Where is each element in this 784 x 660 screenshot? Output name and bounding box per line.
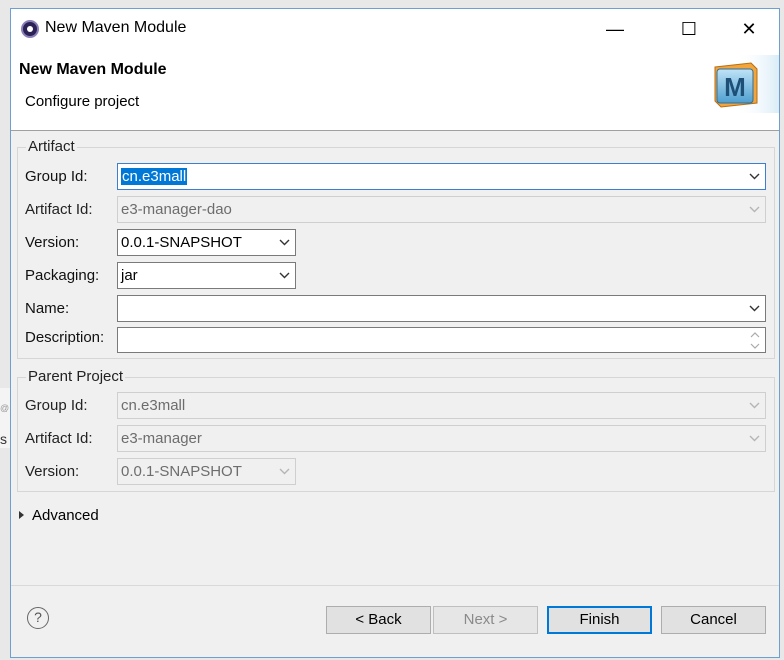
parent-project-group-label: Parent Project bbox=[26, 368, 126, 385]
chevron-down-icon bbox=[275, 459, 295, 484]
parent-group-id-label: Group Id: bbox=[25, 397, 88, 414]
new-maven-module-dialog: New Maven Module — ☐ ✕ New Maven Module … bbox=[10, 8, 780, 658]
packaging-label: Packaging: bbox=[25, 267, 100, 284]
scroll-arrows-icon[interactable] bbox=[749, 330, 761, 351]
chevron-down-icon bbox=[745, 197, 765, 222]
version-combo[interactable]: 0.0.1-SNAPSHOT bbox=[117, 229, 296, 256]
footer-separator bbox=[11, 585, 779, 586]
background-fragment: s bbox=[0, 431, 7, 447]
page-title: New Maven Module bbox=[19, 61, 167, 78]
packaging-combo[interactable]: jar bbox=[117, 262, 296, 289]
group-id-value: cn.e3mall bbox=[121, 168, 188, 185]
artifact-group-label: Artifact bbox=[26, 138, 77, 155]
parent-artifact-id-combo[interactable]: e3-manager bbox=[117, 425, 766, 452]
version-label: Version: bbox=[25, 234, 80, 251]
cancel-button[interactable]: Cancel bbox=[661, 606, 766, 634]
group-id-combo[interactable]: cn.e3mall bbox=[117, 163, 766, 190]
window-title: New Maven Module bbox=[45, 19, 187, 36]
packaging-value: jar bbox=[121, 267, 138, 284]
advanced-expander[interactable]: Advanced bbox=[19, 507, 99, 524]
chevron-down-icon bbox=[745, 393, 765, 418]
artifact-id-label: Artifact Id: bbox=[25, 201, 93, 218]
parent-group-id-combo[interactable]: cn.e3mall bbox=[117, 392, 766, 419]
parent-artifact-id-label: Artifact Id: bbox=[25, 430, 93, 447]
chevron-down-icon[interactable] bbox=[275, 230, 295, 255]
description-textarea[interactable] bbox=[117, 327, 766, 353]
group-id-label: Group Id: bbox=[25, 168, 88, 185]
background-fragment: @ bbox=[0, 403, 10, 413]
parent-artifact-id-value: e3-manager bbox=[121, 430, 202, 447]
parent-version-value: 0.0.1-SNAPSHOT bbox=[121, 463, 242, 480]
maximize-button[interactable]: ☐ bbox=[667, 15, 711, 43]
chevron-down-icon[interactable] bbox=[745, 296, 765, 321]
finish-button[interactable]: Finish bbox=[547, 606, 652, 634]
help-icon[interactable]: ? bbox=[27, 607, 49, 629]
eclipse-icon bbox=[21, 20, 39, 38]
name-combo[interactable] bbox=[117, 295, 766, 322]
wizard-header: New Maven Module Configure project M bbox=[11, 49, 779, 131]
minimize-button[interactable]: — bbox=[593, 15, 637, 43]
chevron-down-icon[interactable] bbox=[745, 164, 765, 189]
next-button[interactable]: Next > bbox=[433, 606, 538, 634]
chevron-down-icon[interactable] bbox=[275, 263, 295, 288]
advanced-label: Advanced bbox=[32, 507, 99, 524]
chevron-down-icon bbox=[745, 426, 765, 451]
artifact-id-combo[interactable]: e3-manager-dao bbox=[117, 196, 766, 223]
maven-logo-icon: M bbox=[714, 55, 779, 113]
parent-group-id-value: cn.e3mall bbox=[121, 397, 186, 414]
version-value: 0.0.1-SNAPSHOT bbox=[121, 234, 242, 251]
close-button[interactable]: ✕ bbox=[727, 15, 771, 43]
triangle-right-icon bbox=[19, 511, 24, 519]
name-label: Name: bbox=[25, 300, 70, 317]
page-subtitle: Configure project bbox=[25, 93, 140, 110]
description-label: Description: bbox=[25, 329, 105, 346]
parent-version-label: Version: bbox=[25, 463, 80, 480]
title-bar: New Maven Module — ☐ ✕ bbox=[11, 9, 779, 49]
parent-version-combo[interactable]: 0.0.1-SNAPSHOT bbox=[117, 458, 296, 485]
svg-text:M: M bbox=[724, 72, 746, 102]
artifact-id-value: e3-manager-dao bbox=[121, 201, 232, 218]
back-button[interactable]: < Back bbox=[326, 606, 431, 634]
